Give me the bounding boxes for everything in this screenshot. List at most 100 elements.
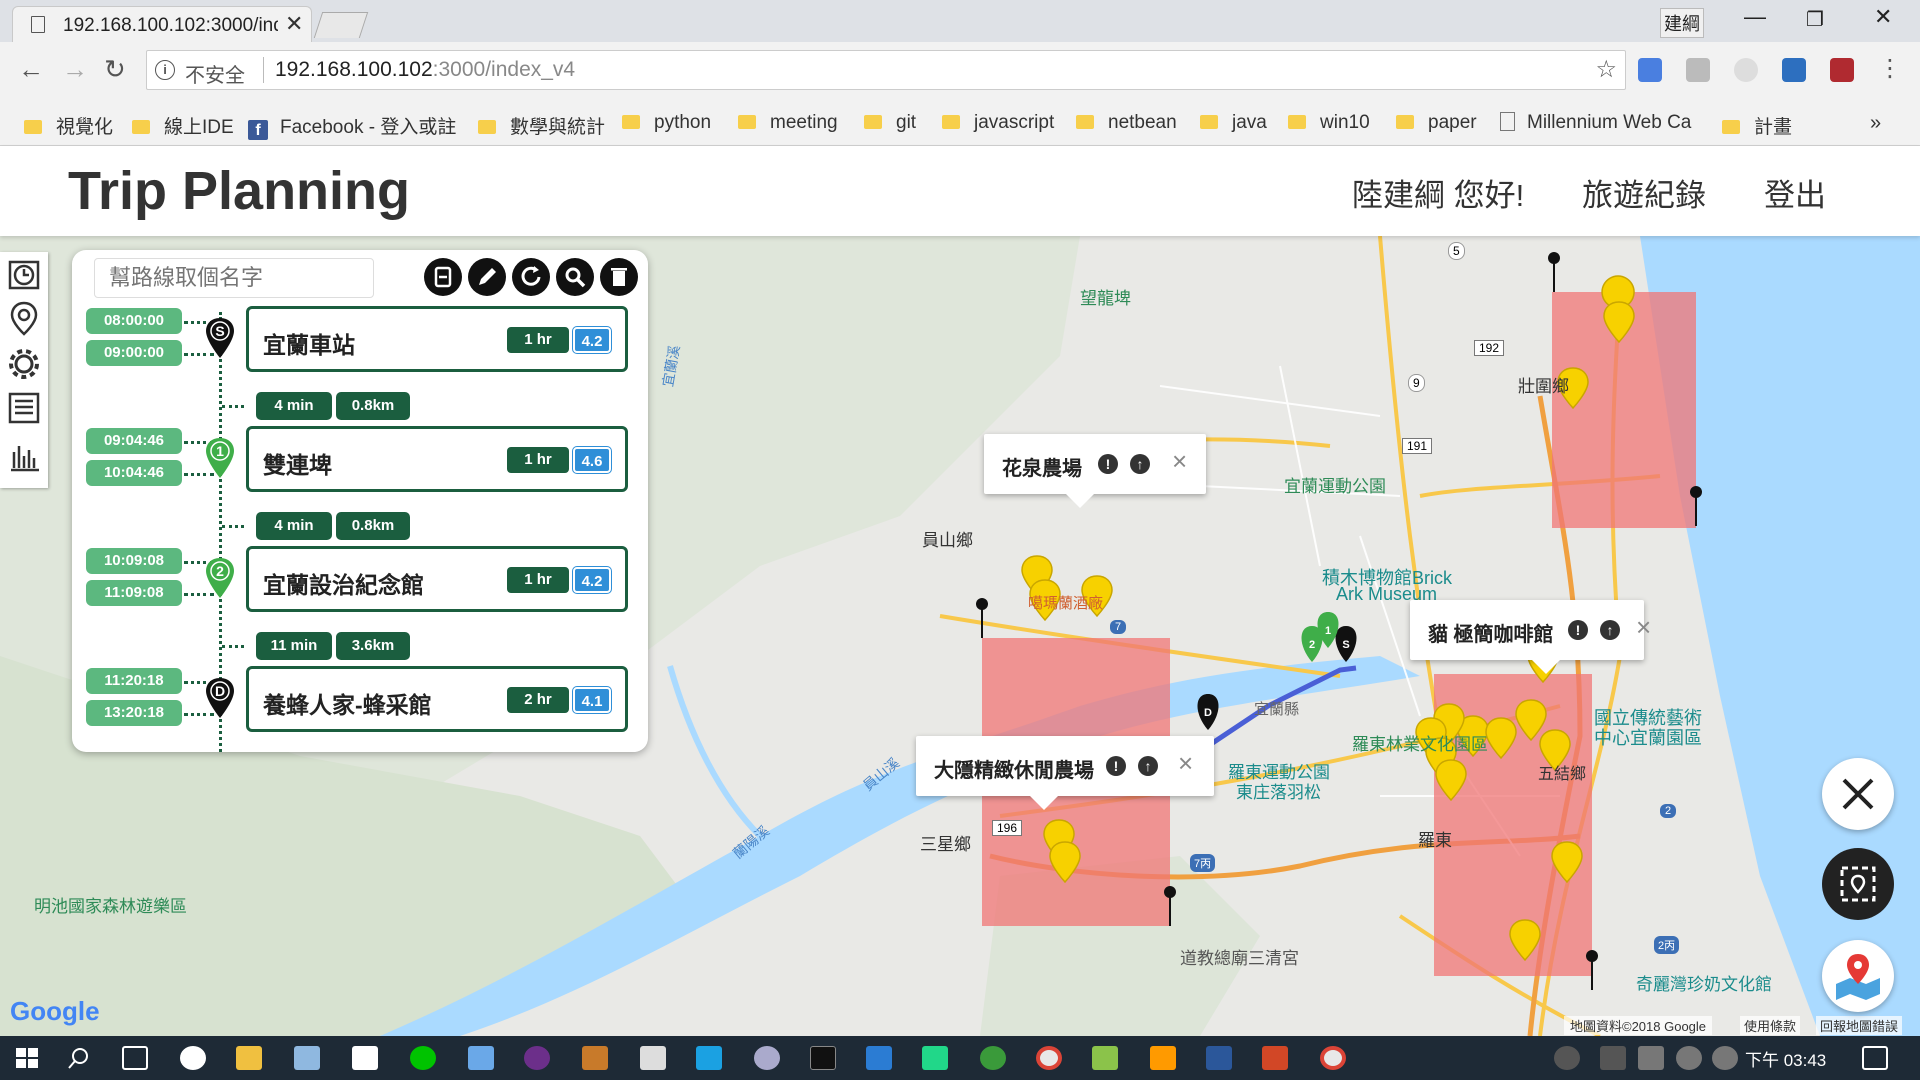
app-icon[interactable] [294, 1046, 320, 1070]
pycharm-icon[interactable] [922, 1046, 948, 1070]
bookmark-item[interactable]: 數學與統計 [478, 112, 605, 139]
stay-duration-badge[interactable]: 1 hr [507, 567, 569, 593]
mendeley-extension-icon[interactable] [1830, 58, 1854, 82]
app-icon[interactable] [582, 1046, 608, 1070]
app-icon[interactable] [754, 1046, 780, 1070]
stop-card[interactable]: 宜蘭車站 1 hr 4.2 [246, 306, 628, 372]
calculator-icon[interactable] [640, 1046, 666, 1070]
bookmark-item[interactable]: python [622, 112, 711, 134]
terminal-icon[interactable] [810, 1046, 836, 1070]
trip-name-input[interactable] [94, 258, 374, 298]
app-icon[interactable] [980, 1046, 1006, 1070]
language-icon[interactable] [180, 1046, 206, 1070]
bookmark-item[interactable]: paper [1396, 112, 1477, 134]
volume-icon[interactable] [1712, 1046, 1738, 1070]
word-icon[interactable] [1206, 1046, 1232, 1070]
stay-duration-badge[interactable]: 2 hr [507, 687, 569, 713]
bookmark-star-icon[interactable]: ☆ [1595, 55, 1617, 84]
app-icon[interactable] [696, 1046, 722, 1070]
bar-chart-icon[interactable] [6, 438, 42, 474]
browser-tab[interactable]: 192.168.100.102:3000/index_v4 ✕ [12, 6, 312, 42]
place-infowindow[interactable]: 貓 極簡咖啡館 ! ↑ × [1410, 600, 1651, 674]
powerpoint-icon[interactable] [1262, 1046, 1288, 1070]
forward-arrow-icon[interactable]: → [62, 54, 88, 85]
search-button[interactable] [556, 258, 594, 296]
notification-icon[interactable] [1862, 1046, 1888, 1070]
history-link[interactable]: 旅遊紀錄 [1582, 170, 1706, 215]
chrome-icon[interactable] [1036, 1046, 1062, 1070]
poi-marker-icon[interactable] [1602, 300, 1636, 344]
add-up-icon[interactable]: ↑ [1130, 454, 1150, 474]
add-up-icon[interactable]: ↑ [1138, 756, 1158, 776]
info-icon[interactable]: ! [1098, 454, 1118, 474]
bookmark-item[interactable]: meeting [738, 112, 838, 134]
reader-extension-icon[interactable] [1782, 58, 1806, 82]
location-pin-icon[interactable] [6, 300, 42, 336]
add-up-icon[interactable]: ↑ [1600, 620, 1620, 640]
save-button[interactable] [424, 258, 462, 296]
bookmark-item[interactable]: javascript [942, 112, 1054, 134]
app-icon[interactable] [468, 1046, 494, 1070]
minimize-button[interactable]: — [1744, 4, 1766, 30]
maximize-button[interactable]: ❐ [1806, 7, 1824, 32]
poi-marker-icon[interactable] [1434, 758, 1468, 802]
app-icon[interactable] [352, 1046, 378, 1070]
bookmark-item[interactable]: 視覺化 [24, 112, 113, 139]
place-infowindow[interactable]: 花泉農場 ! ↑ × [984, 434, 1206, 508]
poi-marker-icon[interactable] [1508, 918, 1542, 962]
app-icon[interactable] [1092, 1046, 1118, 1070]
battery-icon[interactable] [1638, 1046, 1664, 1070]
security-label[interactable]: 不安全 [185, 59, 245, 88]
delete-button[interactable] [600, 258, 638, 296]
illustrator-icon[interactable] [1150, 1046, 1176, 1070]
bookmark-item[interactable]: win10 [1288, 112, 1370, 134]
close-icon[interactable]: × [1172, 446, 1187, 477]
close-icon[interactable]: × [1178, 748, 1193, 779]
chrome-icon[interactable] [1320, 1046, 1346, 1070]
line-icon[interactable] [410, 1046, 436, 1070]
stay-duration-badge[interactable]: 1 hr [507, 327, 569, 353]
vscode-icon[interactable] [866, 1046, 892, 1070]
bookmark-item[interactable]: 計畫 [1722, 112, 1792, 139]
poi-marker-icon[interactable] [1484, 716, 1518, 760]
list-icon[interactable] [6, 390, 42, 426]
bookmark-item[interactable]: 線上IDE [132, 112, 234, 139]
extension-icon[interactable] [1686, 58, 1710, 82]
info-icon[interactable]: i [155, 60, 175, 80]
bookmark-item[interactable]: netbean [1076, 112, 1177, 134]
logout-link[interactable]: 登出 [1764, 170, 1826, 215]
greeting-link[interactable]: 陸建綱 您好! [1352, 170, 1524, 215]
stay-duration-badge[interactable]: 1 hr [507, 447, 569, 473]
bookmark-item[interactable]: f Facebook - 登入或註 [248, 112, 456, 140]
place-infowindow[interactable]: 大隱精緻休閒農場 ! ↑ × [916, 736, 1214, 810]
windows-start-icon[interactable] [14, 1046, 40, 1070]
omnibox[interactable]: i 不安全 192.168.100.102:3000/index_v4 ☆ [146, 50, 1626, 90]
bookmark-item[interactable]: java [1200, 112, 1267, 134]
poi-marker-icon[interactable] [1550, 840, 1584, 884]
menu-kebab-icon[interactable]: ⋮ [1878, 54, 1902, 83]
taskbar-clock[interactable]: 下午 03:43 [1745, 1046, 1826, 1071]
file-explorer-icon[interactable] [236, 1046, 262, 1070]
close-window-button[interactable]: ✕ [1874, 4, 1892, 30]
close-fab-button[interactable] [1822, 758, 1894, 830]
eclipse-icon[interactable] [524, 1046, 550, 1070]
new-tab-button[interactable] [313, 12, 369, 38]
report-link[interactable]: 回報地圖錯誤 [1816, 1016, 1903, 1035]
gear-icon[interactable] [6, 346, 42, 382]
map-location-fab-button[interactable] [1822, 940, 1894, 1012]
stop-card[interactable]: 宜蘭設治紀念館 1 hr 4.2 [246, 546, 628, 612]
refresh-button[interactable] [512, 258, 550, 296]
info-icon[interactable]: ! [1568, 620, 1588, 640]
stop-card[interactable]: 雙連埤 1 hr 4.6 [246, 426, 628, 492]
close-icon[interactable]: × [1636, 612, 1651, 643]
url-text[interactable]: 192.168.100.102:3000/index_v4 [275, 58, 575, 82]
wifi-icon[interactable] [1676, 1046, 1702, 1070]
task-view-icon[interactable] [122, 1046, 148, 1070]
search-icon[interactable] [66, 1046, 92, 1070]
people-icon[interactable] [1554, 1046, 1580, 1070]
tray-chevron-icon[interactable] [1600, 1046, 1626, 1070]
stop-card[interactable]: 養蜂人家-蜂采館 2 hr 4.1 [246, 666, 628, 732]
reload-icon[interactable]: ↻ [104, 54, 126, 85]
edit-button[interactable] [468, 258, 506, 296]
translate-extension-icon[interactable] [1638, 58, 1662, 82]
